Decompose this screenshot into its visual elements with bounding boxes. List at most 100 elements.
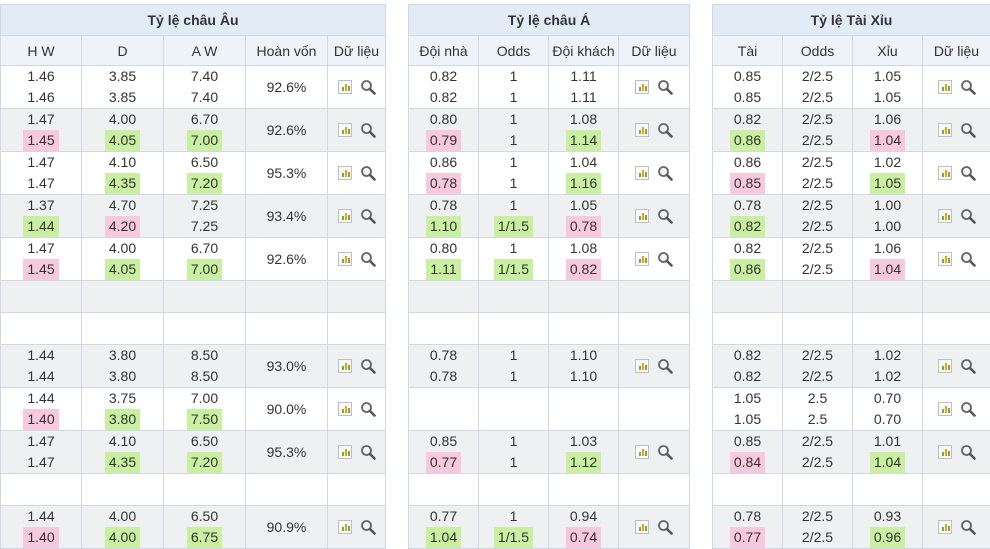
goal-line-current: 2/2.5 <box>798 366 837 387</box>
draw-odds-cell: 4.104.35 <box>82 152 164 195</box>
bar-chart-icon[interactable] <box>635 445 649 459</box>
data-links-cell <box>923 238 990 281</box>
bar-chart-icon[interactable] <box>338 123 352 137</box>
empty-cell <box>1 474 82 506</box>
home-win-odds-opening: 1.37 <box>23 195 58 216</box>
over-odds-current: 0.82 <box>730 216 765 237</box>
handicap-line-current: 1/1.5 <box>494 216 533 237</box>
magnifier-icon[interactable] <box>360 401 376 417</box>
bar-chart-icon[interactable] <box>635 166 649 180</box>
away-handicap-odds-current: 1.11 <box>566 87 600 108</box>
magnifier-icon[interactable] <box>657 519 673 535</box>
over-odds-cell: 0.820.86 <box>713 109 783 152</box>
away-handicap-odds-current: 0.78 <box>566 216 601 237</box>
draw-odds-current: 4.00 <box>105 527 140 548</box>
magnifier-icon[interactable] <box>657 122 673 138</box>
bar-chart-icon[interactable] <box>338 166 352 180</box>
col-away-team: Đội khách <box>549 36 619 66</box>
bar-chart-icon[interactable] <box>635 80 649 94</box>
magnifier-icon[interactable] <box>960 401 976 417</box>
data-links-cell <box>328 345 386 388</box>
goal-line-current: 2/2.5 <box>798 527 837 548</box>
magnifier-icon[interactable] <box>960 444 976 460</box>
away-win-odds-opening: 6.70 <box>187 238 222 259</box>
bar-chart-icon[interactable] <box>938 520 952 534</box>
bar-chart-icon[interactable] <box>635 252 649 266</box>
magnifier-icon[interactable] <box>360 519 376 535</box>
data-links-cell <box>923 152 990 195</box>
magnifier-icon[interactable] <box>960 251 976 267</box>
bar-chart-icon[interactable] <box>938 209 952 223</box>
bookmaker-row: 0.820.822/2.52/2.51.021.02 <box>713 345 990 388</box>
magnifier-icon[interactable] <box>657 208 673 224</box>
bar-chart-icon[interactable] <box>635 209 649 223</box>
magnifier-icon[interactable] <box>657 79 673 95</box>
magnifier-icon[interactable] <box>657 251 673 267</box>
magnifier-icon[interactable] <box>360 358 376 374</box>
home-handicap-odds-cell: 0.801.11 <box>409 238 479 281</box>
magnifier-icon[interactable] <box>960 208 976 224</box>
bar-chart-icon[interactable] <box>338 445 352 459</box>
bar-chart-icon[interactable] <box>938 252 952 266</box>
bar-chart-icon[interactable] <box>338 252 352 266</box>
bar-chart-icon[interactable] <box>338 209 352 223</box>
bar-chart-icon[interactable] <box>338 402 352 416</box>
over-odds-cell: 0.850.84 <box>713 431 783 474</box>
bar-chart-icon[interactable] <box>338 80 352 94</box>
magnifier-icon[interactable] <box>657 358 673 374</box>
empty-cell <box>713 474 783 506</box>
magnifier-icon[interactable] <box>360 122 376 138</box>
away-win-odds-opening: 7.00 <box>187 388 222 409</box>
away-handicap-odds-current: 1.16 <box>566 173 601 194</box>
bookmaker-row: 0.860.852/2.52/2.51.021.05 <box>713 152 990 195</box>
draw-odds-opening: 3.75 <box>105 388 140 409</box>
magnifier-icon[interactable] <box>360 79 376 95</box>
empty-cell <box>783 313 853 345</box>
spacer-row <box>1 313 386 345</box>
payout-value: 93.4% <box>246 195 328 238</box>
home-win-odds-cell: 1.471.47 <box>1 431 82 474</box>
goal-line-cell: 2/2.52/2.5 <box>783 66 853 109</box>
bar-chart-icon[interactable] <box>635 520 649 534</box>
bookmaker-row: 0.780.822/2.52/2.51.001.00 <box>713 195 990 238</box>
magnifier-icon[interactable] <box>960 122 976 138</box>
home-handicap-odds-opening: 0.77 <box>426 506 461 527</box>
empty-cell <box>923 281 990 313</box>
magnifier-icon[interactable] <box>960 519 976 535</box>
bar-chart-icon[interactable] <box>938 123 952 137</box>
payout-value: 93.0% <box>246 345 328 388</box>
magnifier-icon[interactable] <box>657 444 673 460</box>
magnifier-icon[interactable] <box>360 165 376 181</box>
draw-odds-cell: 4.704.20 <box>82 195 164 238</box>
magnifier-icon[interactable] <box>657 165 673 181</box>
goal-line-current: 2/2.5 <box>798 452 837 473</box>
empty-cell <box>328 474 386 506</box>
away-win-odds-cell: 7.007.50 <box>164 388 246 431</box>
bar-chart-icon[interactable] <box>635 123 649 137</box>
empty-cell <box>783 474 853 506</box>
empty-cell <box>619 281 690 313</box>
draw-odds-cell: 4.004.05 <box>82 109 164 152</box>
bar-chart-icon[interactable] <box>938 359 952 373</box>
bar-chart-icon[interactable] <box>938 80 952 94</box>
goal-line-opening: 2/2.5 <box>798 152 837 173</box>
under-odds-cell: 1.001.00 <box>853 195 923 238</box>
magnifier-icon[interactable] <box>960 165 976 181</box>
bar-chart-icon[interactable] <box>635 359 649 373</box>
magnifier-icon[interactable] <box>960 79 976 95</box>
magnifier-icon[interactable] <box>360 251 376 267</box>
bar-chart-icon[interactable] <box>338 520 352 534</box>
bar-chart-icon[interactable] <box>338 359 352 373</box>
bar-chart-icon[interactable] <box>938 445 952 459</box>
bookmaker-row: 0.860.78111.041.16 <box>409 152 690 195</box>
bar-chart-icon[interactable] <box>938 402 952 416</box>
bar-chart-icon[interactable] <box>938 166 952 180</box>
magnifier-icon[interactable] <box>360 208 376 224</box>
magnifier-icon[interactable] <box>360 444 376 460</box>
spacer-row <box>713 313 990 345</box>
empty-cell <box>409 388 479 431</box>
handicap-line-cell: 11 <box>479 345 549 388</box>
away-handicap-odds-current: 1.10 <box>566 366 601 387</box>
magnifier-icon[interactable] <box>960 358 976 374</box>
draw-odds-current: 4.35 <box>105 173 140 194</box>
